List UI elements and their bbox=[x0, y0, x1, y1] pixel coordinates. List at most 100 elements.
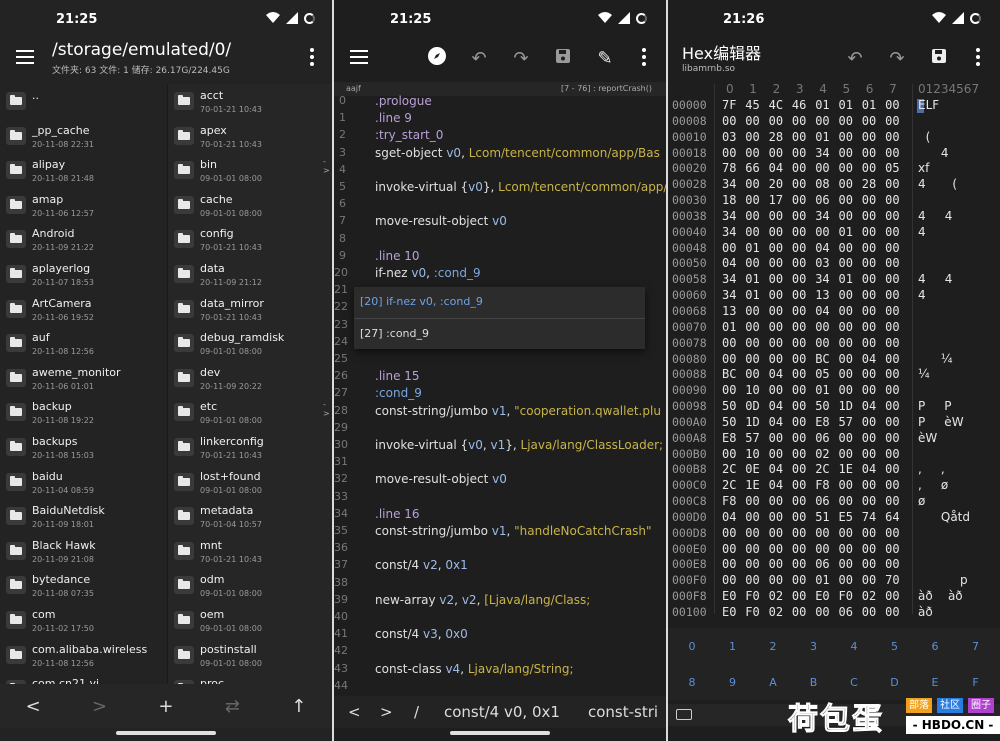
hex-byte[interactable]: 00 bbox=[745, 130, 759, 144]
file-row[interactable]: postinstall 09-01-01 08:00 bbox=[168, 638, 332, 673]
code-line[interactable]: 30 invoke-virtual {v0, v1}, Ljava/lang/Cl… bbox=[334, 438, 666, 455]
hex-byte[interactable]: 00 bbox=[792, 130, 806, 144]
hex-byte[interactable]: 06 bbox=[815, 193, 829, 207]
hex-byte[interactable]: 00 bbox=[745, 114, 759, 128]
code-line[interactable]: 33 bbox=[334, 490, 666, 507]
hex-byte[interactable]: 00 bbox=[792, 352, 806, 366]
hex-byte[interactable]: 00 bbox=[815, 225, 829, 239]
hex-byte[interactable]: 00 bbox=[769, 225, 783, 239]
hex-byte[interactable]: 00 bbox=[722, 542, 736, 556]
ascii-text[interactable]: Qåtd bbox=[918, 510, 970, 524]
hex-byte[interactable]: 00 bbox=[839, 288, 853, 302]
file-row[interactable]: auf 20-11-08 12:56 bbox=[0, 326, 165, 361]
hex-byte[interactable]: 17 bbox=[769, 193, 783, 207]
hex-byte[interactable]: 00 bbox=[839, 146, 853, 160]
hex-byte[interactable]: 00 bbox=[885, 447, 899, 461]
hex-byte[interactable]: 57 bbox=[839, 415, 853, 429]
hex-byte[interactable]: 00 bbox=[769, 383, 783, 397]
hex-byte[interactable]: 00 bbox=[745, 352, 759, 366]
ascii-text[interactable]: àð àð bbox=[918, 589, 963, 603]
hex-byte[interactable]: 00 bbox=[745, 146, 759, 160]
file-row[interactable]: bin 09-01-01 08:00 bbox=[168, 153, 332, 188]
file-row[interactable]: proc bbox=[168, 672, 332, 684]
hex-byte[interactable]: 02 bbox=[815, 447, 829, 461]
hex-byte[interactable]: BC bbox=[722, 367, 736, 381]
hex-key[interactable]: 0 bbox=[672, 640, 712, 653]
hex-byte[interactable]: 20 bbox=[769, 177, 783, 191]
hex-byte[interactable]: 00 bbox=[769, 114, 783, 128]
hex-key[interactable]: 1 bbox=[713, 640, 753, 653]
file-row[interactable]: alipay 20-11-08 21:48 bbox=[0, 153, 165, 188]
hex-byte[interactable]: 00 bbox=[839, 130, 853, 144]
hex-byte[interactable]: 00 bbox=[769, 557, 783, 571]
hex-byte[interactable]: 00 bbox=[792, 272, 806, 286]
hex-byte[interactable]: 34 bbox=[722, 288, 736, 302]
edit-pencil-icon[interactable]: ✎ bbox=[584, 46, 626, 72]
code-line[interactable]: 4 bbox=[334, 163, 666, 180]
hex-byte[interactable]: 00 bbox=[885, 383, 899, 397]
hex-byte[interactable]: 00 bbox=[862, 241, 876, 255]
hex-byte[interactable]: 00 bbox=[815, 605, 829, 619]
code-line[interactable]: 32 move-result-object v0 bbox=[334, 472, 666, 489]
code-line[interactable]: 41 const/4 v3, 0x0 bbox=[334, 627, 666, 644]
hex-byte[interactable]: 00 bbox=[862, 542, 876, 556]
file-row[interactable]: baidu 20-11-04 08:59 bbox=[0, 465, 165, 500]
hex-byte[interactable]: 01 bbox=[815, 130, 829, 144]
hex-byte[interactable]: 01 bbox=[862, 98, 876, 112]
keyboard-icon[interactable] bbox=[676, 709, 692, 720]
hex-byte[interactable]: 00 bbox=[839, 320, 853, 334]
hex-byte[interactable]: E8 bbox=[722, 431, 736, 445]
file-row[interactable]: amap 20-11-06 12:57 bbox=[0, 188, 165, 223]
hex-byte[interactable]: 00 bbox=[769, 256, 783, 270]
hex-byte[interactable]: 00 bbox=[862, 114, 876, 128]
hex-byte[interactable]: 13 bbox=[815, 288, 829, 302]
file-row[interactable]: cache 09-01-01 08:00 bbox=[168, 188, 332, 223]
hex-byte[interactable]: 06 bbox=[815, 494, 829, 508]
hex-byte[interactable]: 04 bbox=[769, 399, 783, 413]
hex-byte[interactable]: 00 bbox=[885, 605, 899, 619]
hex-byte[interactable]: 00 bbox=[862, 256, 876, 270]
hex-byte[interactable]: 00 bbox=[839, 526, 853, 540]
hex-byte[interactable]: 00 bbox=[862, 494, 876, 508]
hex-byte[interactable]: 00 bbox=[792, 288, 806, 302]
hex-byte[interactable]: 00 bbox=[862, 193, 876, 207]
file-row[interactable]: metadata 70-01-04 10:57 bbox=[168, 499, 332, 534]
file-row[interactable]: mnt 70-01-21 10:43 bbox=[168, 534, 332, 569]
hex-byte[interactable]: 00 bbox=[839, 557, 853, 571]
hex-byte[interactable]: 00 bbox=[815, 161, 829, 175]
file-row[interactable]: BaiduNetdisk 20-11-09 18:01 bbox=[0, 499, 165, 534]
code-line[interactable]: 37 const/4 v2, 0x1 bbox=[334, 558, 666, 575]
hex-byte[interactable]: 1E bbox=[745, 478, 759, 492]
file-row[interactable]: com.alibaba.wireless 20-11-08 12:56 bbox=[0, 638, 165, 673]
hex-byte[interactable]: 01 bbox=[815, 98, 829, 112]
hex-byte[interactable]: 04 bbox=[769, 415, 783, 429]
hex-byte[interactable]: F8 bbox=[722, 494, 736, 508]
hex-byte[interactable]: 57 bbox=[745, 431, 759, 445]
file-row[interactable]: data 20-11-09 21:12 bbox=[168, 257, 332, 292]
hex-byte[interactable]: 00 bbox=[722, 241, 736, 255]
hex-byte[interactable]: 00 bbox=[792, 431, 806, 445]
hex-byte[interactable]: 00 bbox=[792, 573, 806, 587]
more-options-icon[interactable] bbox=[976, 48, 980, 66]
code-line[interactable]: 42 bbox=[334, 644, 666, 661]
code-line[interactable]: 25 bbox=[334, 352, 666, 369]
hex-byte[interactable]: 50 bbox=[722, 415, 736, 429]
hex-byte[interactable]: 00 bbox=[769, 447, 783, 461]
hex-byte[interactable]: 00 bbox=[885, 352, 899, 366]
hex-byte[interactable]: 00 bbox=[722, 352, 736, 366]
hex-byte[interactable]: 00 bbox=[722, 383, 736, 397]
ascii-text[interactable]: 4 bbox=[918, 225, 926, 239]
hex-byte[interactable]: 00 bbox=[839, 177, 853, 191]
hex-byte[interactable]: 00 bbox=[792, 161, 806, 175]
hex-byte[interactable]: 00 bbox=[885, 98, 899, 112]
hex-byte[interactable]: 4C bbox=[769, 98, 783, 112]
hex-byte[interactable]: 00 bbox=[862, 304, 876, 318]
hex-byte[interactable]: 08 bbox=[815, 177, 829, 191]
code-line[interactable]: 2:try_start_0 bbox=[334, 128, 666, 145]
hex-byte[interactable]: F0 bbox=[745, 589, 759, 603]
file-row[interactable]: aweme_monitor 20-11-06 01:01 bbox=[0, 361, 165, 396]
undo-icon[interactable]: ↶ bbox=[458, 46, 500, 72]
popup-item-branch[interactable]: [20] if-nez v0, :cond_9 bbox=[360, 295, 483, 308]
code-line[interactable]: 43 const-class v4, Ljava/lang/String; bbox=[334, 662, 666, 679]
hex-byte[interactable]: 00 bbox=[792, 193, 806, 207]
